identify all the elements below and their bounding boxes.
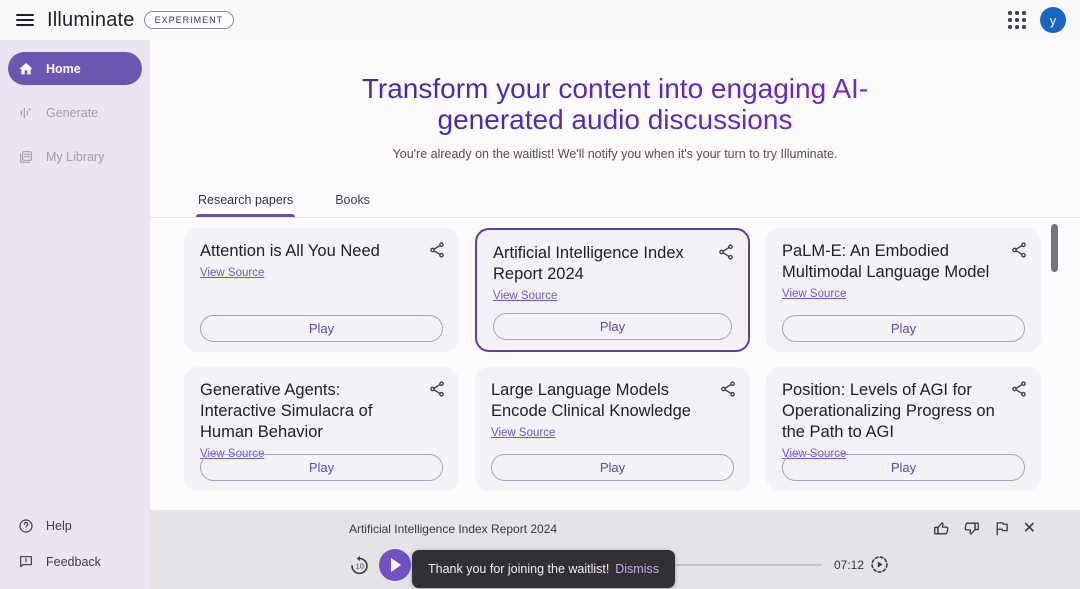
play-button[interactable]: Play: [200, 454, 443, 481]
share-icon[interactable]: [1010, 380, 1028, 398]
card-llm-clinical-knowledge[interactable]: Large Language Models Encode Clinical Kn…: [475, 367, 750, 491]
sidebar: Home Generate My Library Help Feedback: [0, 40, 150, 589]
sidebar-item-my-library[interactable]: My Library: [0, 140, 150, 173]
sidebar-item-feedback[interactable]: Feedback: [0, 545, 150, 578]
dismiss-button[interactable]: Dismiss: [615, 562, 659, 576]
share-icon[interactable]: [719, 380, 737, 398]
svg-text:10: 10: [356, 561, 364, 570]
google-apps-icon[interactable]: [1008, 11, 1026, 29]
card-grid: Attention is All You Need View Source Pl…: [184, 228, 1041, 491]
thumbs-up-icon[interactable]: [933, 520, 950, 537]
scrollbar-thumb[interactable]: [1051, 224, 1058, 272]
home-icon: [18, 61, 34, 77]
share-icon[interactable]: [428, 241, 446, 259]
share-icon[interactable]: [717, 243, 735, 261]
card-ai-index-report-2024[interactable]: Artificial Intelligence Index Report 202…: [475, 228, 750, 352]
sidebar-item-label: Help: [46, 518, 72, 533]
card-attention-is-all-you-need[interactable]: Attention is All You Need View Source Pl…: [184, 228, 459, 352]
card-title: Attention is All You Need: [200, 242, 380, 260]
playback-speed-icon[interactable]: [869, 554, 890, 575]
share-icon[interactable]: [428, 380, 446, 398]
view-source-link[interactable]: View Source: [493, 290, 557, 302]
card-palm-e[interactable]: PaLM-E: An Embodied Multimodal Language …: [766, 228, 1041, 352]
playback-time: 07:12: [834, 558, 865, 572]
thumbs-down-icon[interactable]: [963, 520, 980, 537]
play-button[interactable]: Play: [782, 315, 1025, 342]
sidebar-item-label: Generate: [46, 105, 99, 120]
waitlist-toast: Thank you for joining the waitlist! Dism…: [412, 550, 675, 588]
sidebar-item-label: Home: [46, 61, 81, 76]
player-play-button[interactable]: [379, 549, 411, 581]
sidebar-item-help[interactable]: Help: [0, 509, 150, 542]
play-button[interactable]: Play: [491, 454, 734, 481]
replay-10-icon[interactable]: 10: [349, 555, 370, 576]
share-icon[interactable]: [1010, 241, 1028, 259]
sidebar-item-home[interactable]: Home: [8, 52, 142, 85]
card-title: Position: Levels of AGI for Operationali…: [782, 381, 995, 441]
help-icon: [18, 518, 34, 534]
tab-research-papers[interactable]: Research papers: [196, 185, 296, 217]
play-button[interactable]: Play: [782, 454, 1025, 481]
feedback-icon: [18, 554, 34, 570]
card-title: Generative Agents: Interactive Simulacra…: [200, 381, 373, 441]
view-source-link[interactable]: View Source: [782, 288, 846, 300]
content-tabs: Research papers Books: [150, 185, 1080, 218]
now-playing-title: Artificial Intelligence Index Report 202…: [348, 522, 558, 536]
menu-icon[interactable]: [16, 14, 34, 26]
library-icon: [18, 149, 34, 165]
flag-icon[interactable]: [993, 520, 1010, 537]
view-source-link[interactable]: View Source: [491, 427, 555, 439]
avatar[interactable]: y: [1040, 7, 1066, 33]
sidebar-item-label: My Library: [46, 149, 105, 164]
card-title: PaLM-E: An Embodied Multimodal Language …: [782, 242, 990, 281]
play-button[interactable]: Play: [200, 315, 443, 342]
sidebar-item-label: Feedback: [46, 554, 101, 569]
close-icon[interactable]: ✕: [1023, 520, 1036, 537]
generate-icon: [18, 105, 34, 121]
app-title: Illuminate: [47, 8, 135, 31]
tab-books[interactable]: Books: [333, 185, 372, 217]
card-levels-of-agi[interactable]: Position: Levels of AGI for Operationali…: [766, 367, 1041, 491]
experiment-badge: EXPERIMENT: [143, 11, 235, 29]
page-title: Transform your content into engaging AI-…: [150, 73, 1080, 135]
main-content: Transform your content into engaging AI-…: [150, 40, 1080, 589]
play-button[interactable]: Play: [493, 313, 732, 340]
top-app-bar: Illuminate EXPERIMENT y: [0, 0, 1080, 40]
card-title: Large Language Models Encode Clinical Kn…: [491, 381, 691, 420]
card-generative-agents[interactable]: Generative Agents: Interactive Simulacra…: [184, 367, 459, 491]
card-title: Artificial Intelligence Index Report 202…: [493, 244, 684, 283]
view-source-link[interactable]: View Source: [200, 267, 264, 279]
toast-message: Thank you for joining the waitlist!: [428, 562, 610, 576]
waitlist-subtitle: You're already on the waitlist! We'll no…: [392, 147, 838, 161]
sidebar-item-generate[interactable]: Generate: [0, 96, 150, 129]
